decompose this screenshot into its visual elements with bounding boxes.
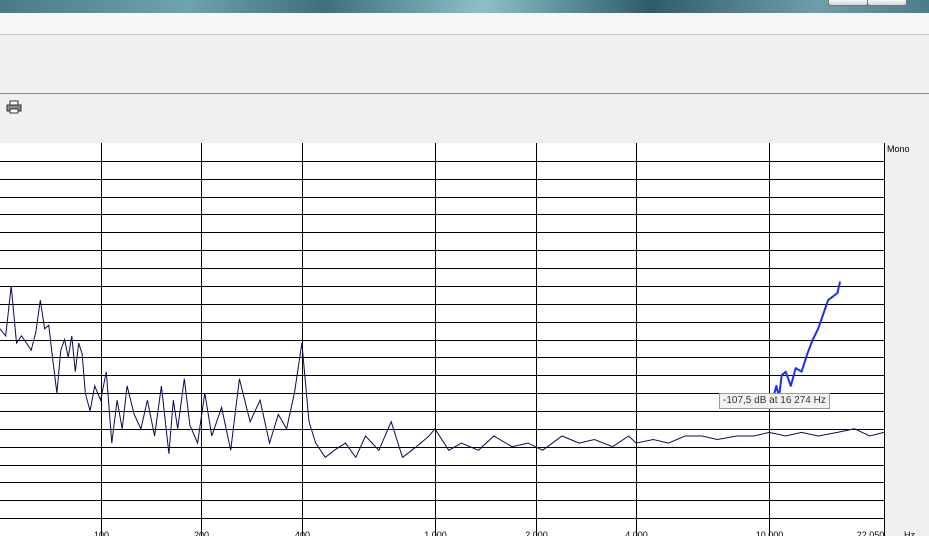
plot-area (0, 143, 884, 536)
cursor-readout: -107,5 dB at 16 274 Hz (719, 393, 830, 409)
x-tick-label: 4 000 (625, 530, 648, 536)
spectrum-chart: 100 200 400 1 000 2 000 4 000 10 000 22 050 Hz M… (0, 143, 915, 536)
x-axis-unit: Hz (904, 530, 915, 536)
x-tick-label: 2 000 (525, 530, 548, 536)
analyzer-window: 100 200 400 1 000 2 000 4 000 10 000 22 050 Hz M… (0, 0, 929, 536)
x-tick-label: 1 000 (424, 530, 447, 536)
x-tick-label: 400 (295, 530, 310, 536)
x-tick-label: 10 000 (756, 530, 784, 536)
channel-label: Mono (887, 144, 910, 154)
x-tick-label: 22 050 (857, 530, 885, 536)
x-tick-label: 200 (194, 530, 209, 536)
x-tick-label: 100 (94, 530, 109, 536)
